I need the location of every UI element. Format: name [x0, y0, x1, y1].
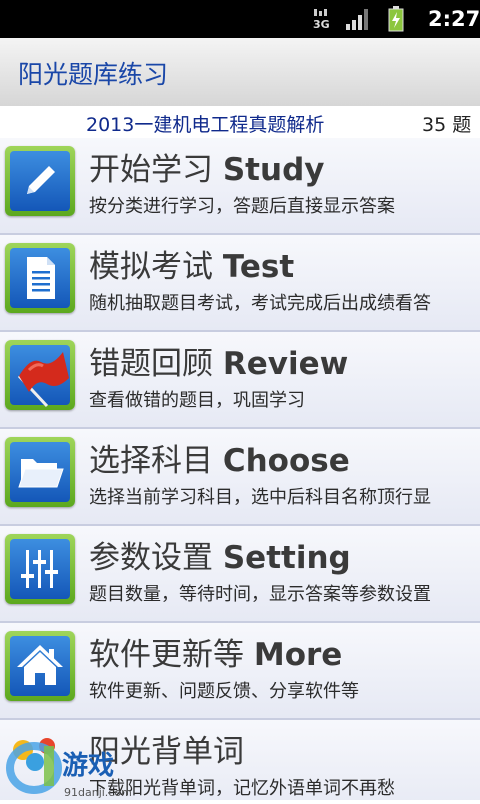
menu-item-study[interactable]: 开始学习 Study 按分类进行学习，答题后直接显示答案: [0, 138, 480, 235]
signal-icon: [346, 9, 368, 30]
3g-icon: 3G: [313, 9, 330, 30]
exam-name: 2013一建机电工程真题解析: [86, 114, 325, 136]
site-watermark: 游戏 91danji.com: [0, 718, 140, 800]
menu-item-desc: 下载阳光背单词，记忆外语单词不再愁: [89, 778, 395, 799]
menu-item-more[interactable]: 软件更新等 More 软件更新、问题反馈、分享软件等: [0, 623, 480, 720]
menu-item-desc: 随机抽取题目考试，考试完成后出成绩看答: [89, 293, 431, 314]
battery-charging-icon: [388, 6, 404, 32]
menu-item-setting[interactable]: 参数设置 Setting 题目数量，等待时间，显示答案等参数设置: [0, 526, 480, 623]
sliders-icon: [5, 534, 75, 604]
menu-item-desc: 题目数量，等待时间，显示答案等参数设置: [89, 584, 431, 605]
document-icon: [5, 243, 75, 313]
clock: 2:27: [428, 7, 480, 31]
status-bar: 3G 2:27: [0, 0, 480, 38]
app-title-bar: 阳光题库练习: [0, 38, 480, 107]
menu-item-desc: 选择当前学习科目，选中后科目名称顶行显: [89, 487, 431, 508]
red-flag-icon: [5, 340, 75, 410]
menu-item-title: 模拟考试 Test: [89, 249, 295, 285]
menu-item-choose[interactable]: 选择科目 Choose 选择当前学习科目，选中后科目名称顶行显: [0, 429, 480, 526]
menu-item-title: 错题回顾 Review: [89, 346, 349, 382]
home-icon: [5, 631, 75, 701]
menu-item-desc: 按分类进行学习，答题后直接显示答案: [89, 196, 395, 217]
main-menu: 开始学习 Study 按分类进行学习，答题后直接显示答案 模拟考试 Test 随…: [0, 138, 480, 800]
svg-text:游戏: 游戏: [62, 751, 114, 781]
menu-item-title: 软件更新等 More: [89, 637, 343, 673]
menu-item-title: 选择科目 Choose: [89, 443, 350, 479]
menu-item-title: 参数设置 Setting: [89, 540, 351, 576]
menu-item-review[interactable]: 错题回顾 Review 查看做错的题目，巩固学习: [0, 332, 480, 429]
app-title: 阳光题库练习: [18, 60, 169, 89]
menu-item-test[interactable]: 模拟考试 Test 随机抽取题目考试，考试完成后出成绩看答: [0, 235, 480, 332]
menu-item-desc: 查看做错的题目，巩固学习: [89, 390, 305, 411]
pencil-icon: [5, 146, 75, 216]
question-count: 35 题: [422, 114, 472, 136]
menu-item-title: 开始学习 Study: [89, 152, 325, 188]
current-exam-bar: 2013一建机电工程真题解析 35 题: [0, 106, 480, 138]
svg-text:3G: 3G: [313, 18, 330, 30]
svg-text:91danji.com: 91danji.com: [64, 786, 132, 799]
folder-icon: [5, 437, 75, 507]
menu-item-desc: 软件更新、问题反馈、分享软件等: [89, 681, 359, 702]
